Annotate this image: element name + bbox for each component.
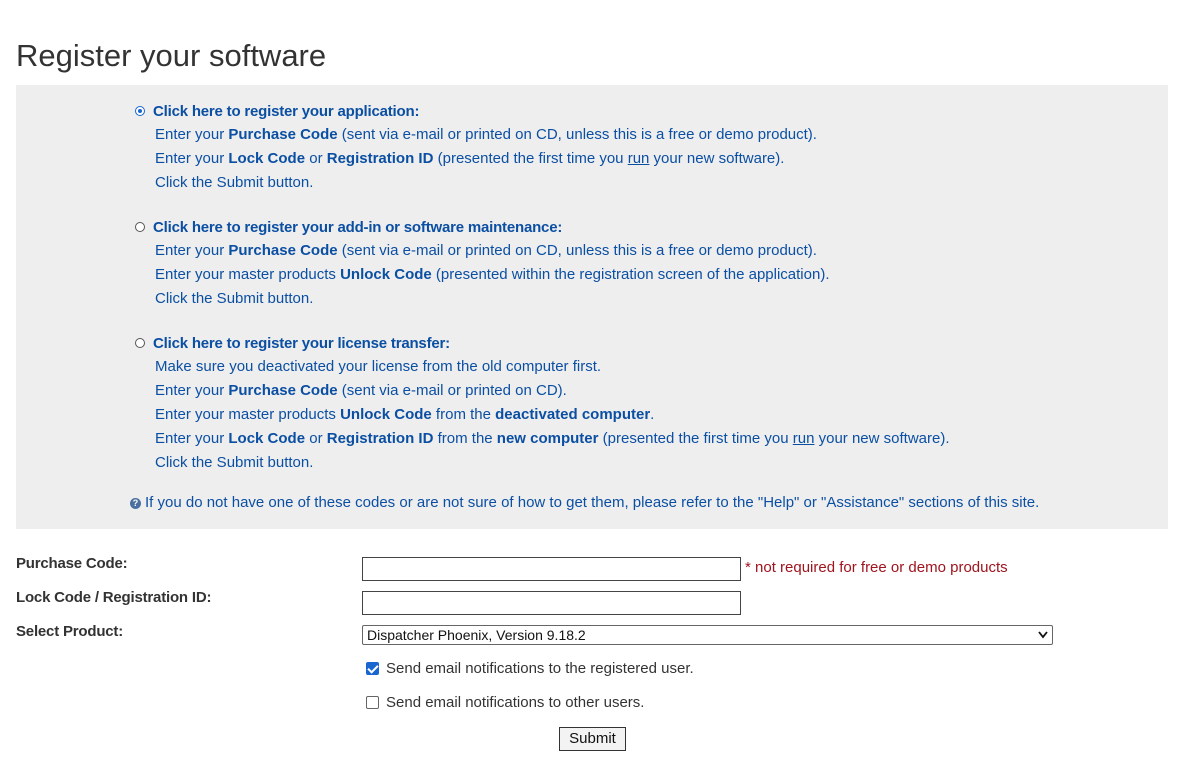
lock-code-input[interactable] [362,591,741,615]
bold-term: Lock Code [228,430,306,447]
instruction-text: from the [433,430,497,447]
bold-term: Unlock Code [340,406,432,423]
product-select[interactable]: Dispatcher Phoenix, Version 9.18.2 [362,625,1053,645]
notify-registered-checkbox[interactable] [366,662,379,675]
option-register-application-label[interactable]: Click here to register your application: [153,103,419,120]
instruction-text: (presented the first time you [433,150,628,167]
option-register-addin-instructions: Enter your Purchase Code (sent via e-mai… [155,239,830,311]
instruction-text: your new software). [649,150,785,167]
bold-term: Purchase Code [228,382,338,399]
instruction-text: . [650,406,655,423]
purchase-code-note: * not required for free or demo products [745,559,1008,576]
instruction-text: Enter your master products [155,406,341,423]
instruction-line: Enter your master products Unlock Code f… [155,403,950,427]
bold-term: Lock Code [228,150,306,167]
instruction-line: Enter your Purchase Code (sent via e-mai… [155,239,830,263]
instruction-text: Click the Submit button. [155,174,314,191]
help-note-text: If you do not have one of these codes or… [145,494,1040,511]
instruction-line: Click the Submit button. [155,451,950,475]
instruction-text: from the [431,406,496,423]
instruction-line: Enter your Lock Code or Registration ID … [155,427,950,451]
help-note: ? If you do not have one of these codes o… [130,491,1039,515]
instruction-text: Enter your [155,242,229,259]
radio-register-license-transfer[interactable] [135,338,145,348]
instruction-text: or [305,430,327,447]
instruction-line: Click the Submit button. [155,287,830,311]
notify-registered-label[interactable]: Send email notifications to the register… [386,660,694,677]
underlined-term: run [627,150,650,167]
bold-term: Purchase Code [228,242,338,259]
bold-term: Registration ID [326,430,434,447]
instruction-text: Enter your [155,382,229,399]
option-register-application-instructions: Enter your Purchase Code (sent via e-mai… [155,123,817,195]
notify-others-checkbox[interactable] [366,696,379,709]
notify-others-row[interactable]: Send email notifications to other users. [366,694,644,711]
instruction-line: Enter your Lock Code or Registration ID … [155,147,817,171]
option-register-license-transfer-label[interactable]: Click here to register your license tran… [153,335,450,352]
option-register-addin-label[interactable]: Click here to register your add-in or so… [153,219,562,236]
option-register-addin-radio-row[interactable]: Click here to register your add-in or so… [135,215,830,239]
instruction-text: Enter your [155,150,229,167]
instruction-text: your new software). [814,430,950,447]
radio-register-addin[interactable] [135,222,145,232]
instruction-line: Enter your Purchase Code (sent via e-mai… [155,123,817,147]
instruction-text: (sent via e-mail or printed on CD, unles… [337,242,817,259]
bold-term: Unlock Code [340,266,432,283]
instruction-text: (sent via e-mail or printed on CD, unles… [337,126,817,143]
bold-term: deactivated computer [495,406,651,423]
option-register-application-radio-row[interactable]: Click here to register your application: [135,99,817,123]
instruction-text: (sent via e-mail or printed on CD). [337,382,567,399]
submit-button[interactable]: Submit [559,727,626,751]
instruction-line: Make sure you deactivated your license f… [155,355,950,379]
option-register-license-transfer-instructions: Make sure you deactivated your license f… [155,355,950,475]
notify-registered-row[interactable]: Send email notifications to the register… [366,660,694,677]
purchase-code-input[interactable] [362,557,741,581]
page-title: Register your software [16,38,327,73]
instruction-text: Enter your [155,430,229,447]
radio-register-application[interactable] [135,106,145,116]
product-select-value: Dispatcher Phoenix, Version 9.18.2 [367,627,586,643]
instruction-line: Click the Submit button. [155,171,817,195]
option-register-license-transfer-radio-row[interactable]: Click here to register your license tran… [135,331,950,355]
notify-others-label[interactable]: Send email notifications to other users. [386,694,644,711]
option-register-license-transfer: Click here to register your license tran… [135,331,950,475]
bold-term: Purchase Code [228,126,338,143]
instruction-text: Click the Submit button. [155,290,314,307]
lock-code-label: Lock Code / Registration ID: [16,589,212,606]
option-register-application: Click here to register your application:… [135,99,817,195]
instruction-line: Enter your Purchase Code (sent via e-mai… [155,379,950,403]
question-circle-icon: ? [130,498,141,509]
purchase-code-label: Purchase Code: [16,555,128,572]
instruction-text: Enter your master products [155,266,341,283]
bold-term: new computer [496,430,599,447]
instruction-text: or [305,150,327,167]
instruction-text: Enter your [155,126,229,143]
instruction-text: Click the Submit button. [155,454,314,471]
instruction-text: Make sure you deactivated your license f… [155,358,602,375]
instruction-text: (presented the first time you [598,430,793,447]
select-product-label: Select Product: [16,623,124,640]
option-register-addin: Click here to register your add-in or so… [135,215,830,311]
chevron-down-icon [1038,626,1048,651]
bold-term: Registration ID [326,150,434,167]
instruction-text: (presented within the registration scree… [431,266,830,283]
instruction-line: Enter your master products Unlock Code (… [155,263,830,287]
underlined-term: run [792,430,815,447]
